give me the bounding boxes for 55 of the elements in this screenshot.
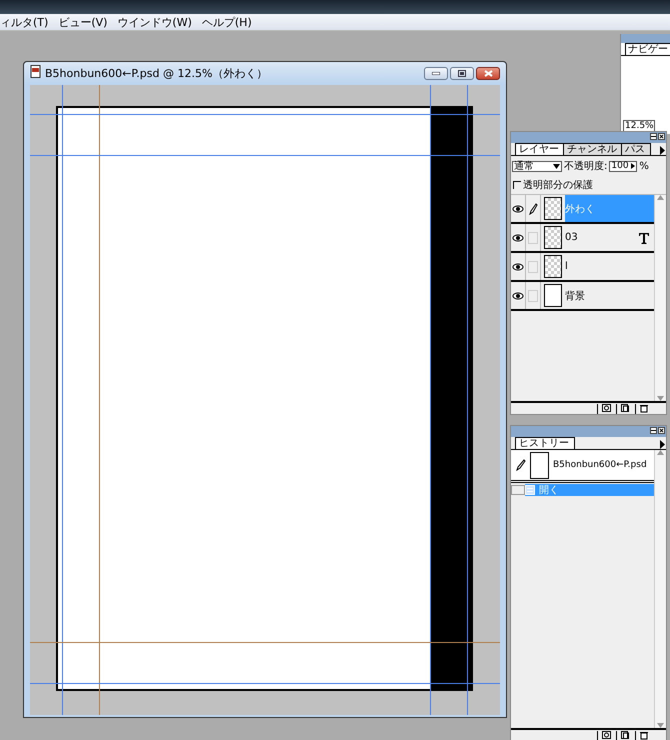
snapshot-name[interactable]: B5honbun600←P.psd <box>553 460 647 470</box>
maximize-button[interactable] <box>450 66 474 80</box>
arrow-icon <box>631 163 636 169</box>
menu-item[interactable]: ビュー(V) <box>58 14 108 30</box>
maximize-icon <box>458 70 466 76</box>
minimize-icon <box>650 427 657 434</box>
window-title: B5honbun600←P.psd @ 12.5%（外わく） <box>45 66 268 80</box>
close-icon <box>658 133 665 140</box>
trash-icon <box>640 404 648 413</box>
menu-item[interactable]: ヘルプ(H) <box>202 14 252 30</box>
zoom-field[interactable]: 12.5% <box>623 120 655 132</box>
history-source-box[interactable] <box>511 485 525 495</box>
close-icon <box>484 70 492 76</box>
layer-name: 背景 <box>565 290 585 302</box>
minimize-icon <box>432 72 440 74</box>
minimize-button[interactable] <box>424 66 448 80</box>
trash-icon <box>640 731 648 740</box>
layer-row[interactable]: 03 <box>511 224 654 253</box>
scroll-up-icon <box>657 450 664 455</box>
panel-tab[interactable]: レイヤー <box>515 143 565 155</box>
close-icon <box>658 427 665 434</box>
panel-tab[interactable]: パス <box>621 143 651 155</box>
close-button[interactable] <box>476 66 500 80</box>
menu-item[interactable]: ィルタ(T) <box>0 14 48 30</box>
scrollbar[interactable] <box>654 195 666 401</box>
scrollbar[interactable] <box>654 450 666 728</box>
layer-row[interactable]: l <box>511 253 654 282</box>
menu-item[interactable]: ウインドウ(W) <box>117 14 192 30</box>
percent-label: % <box>639 160 649 172</box>
scroll-down-icon <box>657 723 664 728</box>
document-icon <box>30 65 41 78</box>
text-layer-icon <box>638 232 650 244</box>
layer-name: 03 <box>565 232 578 243</box>
opacity-label: 不透明度: <box>564 160 608 173</box>
layer-row[interactable]: 背景 <box>511 282 654 311</box>
scroll-up-icon <box>657 195 664 200</box>
brush-icon <box>528 202 538 214</box>
layer-name: l <box>565 261 568 272</box>
opacity-field[interactable]: 100 <box>609 160 638 172</box>
layer-name: 外わく <box>565 202 595 216</box>
link-box[interactable] <box>528 260 538 272</box>
panel-tab[interactable]: チャンネル <box>563 143 623 155</box>
scroll-down-icon <box>657 396 664 401</box>
minimize-icon <box>650 133 657 140</box>
panel-tab[interactable]: ナビゲー <box>625 43 670 55</box>
document-icon <box>525 485 536 495</box>
checkbox[interactable] <box>513 181 521 189</box>
panel-title-bar <box>621 34 670 43</box>
dropdown-arrow-icon <box>553 164 560 168</box>
checkbox-label: 透明部分の保護 <box>523 178 593 192</box>
blend-mode-dropdown[interactable]: 通常 <box>512 160 562 172</box>
panel-tab[interactable]: ヒストリー <box>515 437 575 449</box>
brush-icon <box>514 459 526 471</box>
link-box[interactable] <box>528 290 538 302</box>
link-box[interactable] <box>528 232 538 244</box>
